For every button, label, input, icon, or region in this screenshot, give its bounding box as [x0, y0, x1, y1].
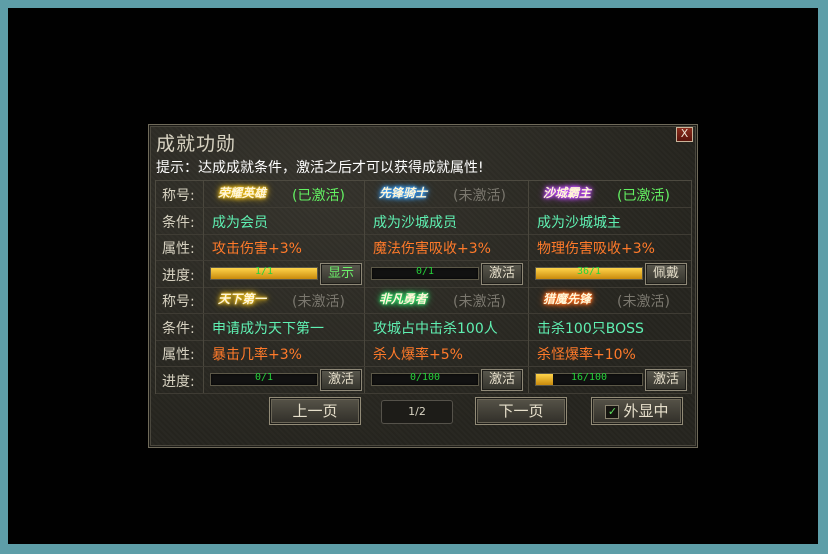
achievement-cell-progress: 0/1 激活 — [364, 260, 529, 287]
row-condition: 条件: 成为会员 成为沙城成员 成为沙城城主 — [156, 207, 692, 235]
row-progress: 进度: 0/1 激活 0/100 激活 16/100 激活 — [156, 366, 692, 394]
attribute-text: 杀怪爆率+10% — [537, 347, 636, 363]
condition-text: 成为会员 — [212, 214, 268, 231]
achievement-title-badge: 荣耀英雄 — [214, 183, 271, 203]
condition-text: 攻城占中击杀100人 — [373, 320, 498, 337]
achievement-title-badge: 非凡勇者 — [375, 289, 432, 309]
achievement-cell-attribute: 暴击几率+3% — [203, 340, 365, 366]
hint-text: 提示：达成成就条件，激活之后才可以获得成就属性! — [156, 160, 484, 176]
row-attribute: 属性: 暴击几率+3% 杀人爆率+5% 杀怪爆率+10% — [156, 340, 691, 367]
achievement-cell-attribute: 杀怪爆率+10% — [528, 340, 692, 366]
condition-text: 申请成为天下第一 — [212, 320, 324, 337]
row-label-title: 称号: — [162, 188, 195, 204]
achievement-title-badge: 猎魔先锋 — [539, 289, 596, 309]
achievement-dialog: 成就功勋 X 提示：达成成就条件，激活之后才可以获得成就属性! 称号: 荣耀英雄 (… — [148, 124, 698, 448]
progress-value: 0/100 — [409, 371, 441, 383]
achievement-cell-condition: 申请成为天下第一 — [203, 313, 365, 340]
achievement-title-badge: 天下第一 — [214, 289, 271, 309]
achievement-cell-attribute: 物理伤害吸收+3% — [528, 234, 692, 260]
achievement-title-badge: 沙城霸主 — [539, 183, 596, 203]
achievement-action-button[interactable]: 激活 — [320, 368, 362, 391]
row-label-condition: 条件: — [162, 214, 195, 231]
row-label-attribute: 属性: — [162, 347, 195, 363]
progress-bar: 1/1 — [210, 265, 318, 280]
next-page-button[interactable]: 下一页 — [475, 397, 567, 425]
achievement-cell-condition: 成为会员 — [203, 207, 365, 234]
progress-bar: 0/1 — [210, 371, 318, 386]
row-condition: 条件: 申请成为天下第一 攻城占中击杀100人 击杀100只BOSS — [156, 313, 692, 341]
activation-status: (未激活) — [292, 294, 345, 310]
dialog-title: 成就功勋 — [156, 133, 237, 155]
achievement-action-button[interactable]: 激活 — [481, 368, 523, 391]
progress-value: 1/1 — [254, 265, 274, 277]
achievement-cell-attribute: 攻击伤害+3% — [203, 234, 365, 260]
checkbox-icon[interactable]: ✓ — [605, 404, 620, 419]
condition-text: 击杀100只BOSS — [537, 320, 644, 337]
achievement-action-button[interactable]: 佩戴 — [645, 262, 687, 285]
activation-status: (未激活) — [453, 188, 506, 204]
attribute-text: 物理伤害吸收+3% — [537, 241, 655, 257]
activation-status: (已激活) — [292, 188, 345, 204]
achievement-cell-progress: 36/1 佩戴 — [528, 260, 692, 287]
activation-status: (未激活) — [453, 294, 506, 310]
row-progress: 进度: 1/1 显示 0/1 激活 36/1 佩戴 — [156, 260, 692, 288]
achievement-cell-progress: 0/100 激活 — [364, 366, 529, 393]
achievement-action-button[interactable]: 激活 — [481, 262, 523, 285]
row-title: 称号: 荣耀英雄 (已激活) 先锋骑士 (未激活) 沙城霸主 (已激活) — [156, 181, 691, 208]
progress-value: 0/1 — [415, 265, 435, 277]
progress-value: 16/100 — [570, 371, 608, 383]
achievement-cell-condition: 成为沙城成员 — [364, 207, 529, 234]
achievement-action-button[interactable]: 显示 — [320, 262, 362, 285]
row-label-title: 称号: — [162, 294, 195, 310]
game-viewport: 成就功勋 X 提示：达成成就条件，激活之后才可以获得成就属性! 称号: 荣耀英雄 (… — [8, 8, 818, 544]
activation-status: (已激活) — [617, 188, 670, 204]
achievement-grid: 称号: 荣耀英雄 (已激活) 先锋骑士 (未激活) 沙城霸主 (已激活) 条件: 成为会员 成为沙… — [155, 180, 692, 394]
progress-value: 36/1 — [576, 265, 602, 277]
row-label-condition: 条件: — [162, 320, 195, 337]
achievement-cell-title: 猎魔先锋 (未激活) — [528, 287, 692, 313]
achievement-cell-title: 沙城霸主 (已激活) — [528, 181, 692, 207]
show-outside-label: 外显中 — [623, 402, 669, 420]
attribute-text: 暴击几率+3% — [212, 347, 302, 363]
achievement-cell-attribute: 杀人爆率+5% — [364, 340, 529, 366]
condition-text: 成为沙城成员 — [373, 214, 457, 231]
row-title: 称号: 天下第一 (未激活) 非凡勇者 (未激活) 猎魔先锋 (未激活) — [156, 287, 691, 314]
achievement-title-badge: 先锋骑士 — [375, 183, 432, 203]
attribute-text: 魔法伤害吸收+3% — [373, 241, 491, 257]
achievement-action-button[interactable]: 激活 — [645, 368, 687, 391]
progress-bar: 0/1 — [371, 265, 479, 280]
row-label-attribute: 属性: — [162, 241, 195, 257]
progress-bar: 0/100 — [371, 371, 479, 386]
progress-bar: 16/100 — [535, 371, 643, 386]
close-button[interactable]: X — [676, 127, 693, 142]
achievement-cell-condition: 成为沙城城主 — [528, 207, 692, 234]
achievement-cell-condition: 击杀100只BOSS — [528, 313, 692, 340]
achievement-cell-condition: 攻城占中击杀100人 — [364, 313, 529, 340]
achievement-cell-attribute: 魔法伤害吸收+3% — [364, 234, 529, 260]
page-indicator: 1/2 — [381, 400, 453, 424]
achievement-cell-title: 荣耀英雄 (已激活) — [203, 181, 365, 207]
row-attribute: 属性: 攻击伤害+3% 魔法伤害吸收+3% 物理伤害吸收+3% — [156, 234, 691, 261]
progress-value: 0/1 — [254, 371, 274, 383]
achievement-cell-progress: 16/100 激活 — [528, 366, 692, 393]
achievement-cell-progress: 0/1 激活 — [203, 366, 365, 393]
activation-status: (未激活) — [617, 294, 670, 310]
achievement-cell-title: 先锋骑士 (未激活) — [364, 181, 529, 207]
attribute-text: 杀人爆率+5% — [373, 347, 463, 363]
row-label-progress: 进度: — [162, 267, 195, 284]
achievement-cell-progress: 1/1 显示 — [203, 260, 365, 287]
attribute-text: 攻击伤害+3% — [212, 241, 302, 257]
show-outside-toggle[interactable]: ✓ 外显中 — [591, 397, 683, 425]
progress-bar: 36/1 — [535, 265, 643, 280]
condition-text: 成为沙城城主 — [537, 214, 621, 231]
prev-page-button[interactable]: 上一页 — [269, 397, 361, 425]
achievement-cell-title: 天下第一 (未激活) — [203, 287, 365, 313]
row-label-progress: 进度: — [162, 373, 195, 390]
achievement-cell-title: 非凡勇者 (未激活) — [364, 287, 529, 313]
